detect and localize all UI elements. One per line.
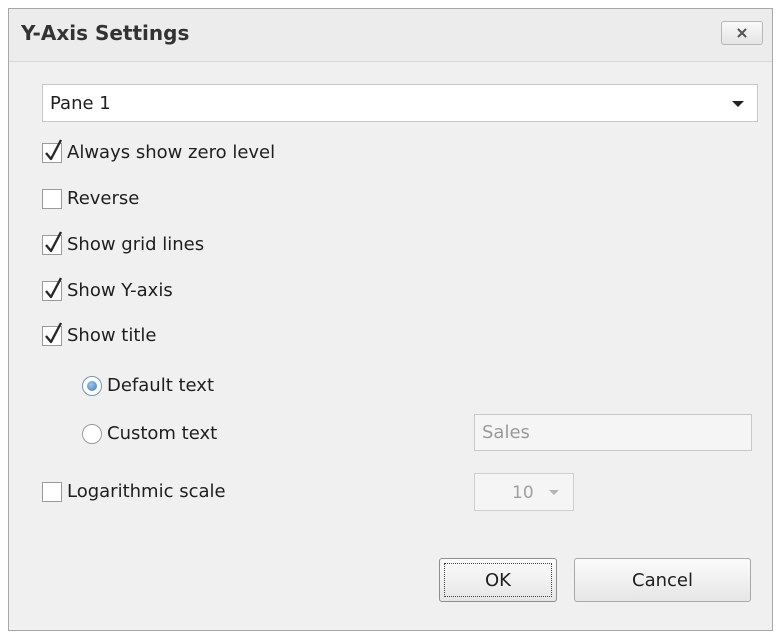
show-y-axis-label: Show Y-axis: [67, 280, 173, 301]
cancel-button-label: Cancel: [632, 569, 693, 591]
cancel-button[interactable]: Cancel: [574, 558, 751, 602]
dialog-titlebar: Y-Axis Settings: [9, 9, 772, 62]
show-y-axis-checkbox[interactable]: [42, 276, 63, 301]
show-title-checkbox[interactable]: [42, 321, 63, 346]
close-icon: [737, 28, 747, 38]
show-title-label: Show title: [67, 325, 157, 346]
show-grid-lines-checkbox[interactable]: [42, 230, 63, 255]
logarithmic-scale-checkbox[interactable]: [42, 481, 62, 502]
pane-select-value: Pane 1: [50, 93, 111, 114]
custom-text-option[interactable]: Custom text: [82, 423, 217, 444]
default-text-radio[interactable]: [82, 375, 102, 396]
checkmark-icon: [45, 276, 63, 298]
always-show-zero-level-label: Always show zero level: [67, 142, 276, 163]
logarithmic-scale-label: Logarithmic scale: [67, 481, 226, 502]
custom-text-radio[interactable]: [82, 423, 102, 444]
radio-selected-dot: [87, 380, 97, 391]
show-y-axis-option[interactable]: Show Y-axis: [42, 276, 173, 301]
default-text-option[interactable]: Default text: [82, 375, 214, 396]
dialog-title: Y-Axis Settings: [21, 21, 190, 45]
checkmark-icon: [45, 138, 63, 160]
default-text-label: Default text: [107, 375, 215, 396]
focus-rectangle: [444, 563, 552, 597]
chevron-down-icon: [732, 101, 744, 107]
y-axis-settings-dialog: Y-Axis Settings Pane 1 Always show zero …: [8, 8, 773, 631]
reverse-label: Reverse: [67, 188, 140, 209]
close-button[interactable]: [721, 21, 763, 45]
always-show-zero-level-option[interactable]: Always show zero level: [42, 138, 276, 163]
reverse-checkbox[interactable]: [42, 188, 62, 209]
custom-text-field[interactable]: [474, 414, 752, 451]
custom-text-label: Custom text: [107, 423, 218, 444]
chevron-down-icon: [549, 490, 559, 495]
log-base-select[interactable]: 10: [474, 473, 574, 511]
logarithmic-scale-option[interactable]: Logarithmic scale: [42, 481, 226, 502]
show-grid-lines-label: Show grid lines: [67, 234, 205, 255]
log-base-value: 10: [512, 483, 534, 503]
always-show-zero-level-checkbox[interactable]: [42, 138, 63, 163]
custom-text-input[interactable]: [475, 415, 751, 450]
show-title-option[interactable]: Show title: [42, 321, 157, 346]
pane-select[interactable]: Pane 1: [42, 84, 758, 122]
ok-button[interactable]: OK: [439, 558, 557, 602]
show-grid-lines-option[interactable]: Show grid lines: [42, 230, 205, 255]
checkmark-icon: [45, 230, 63, 252]
reverse-option[interactable]: Reverse: [42, 188, 139, 209]
checkmark-icon: [45, 321, 63, 343]
